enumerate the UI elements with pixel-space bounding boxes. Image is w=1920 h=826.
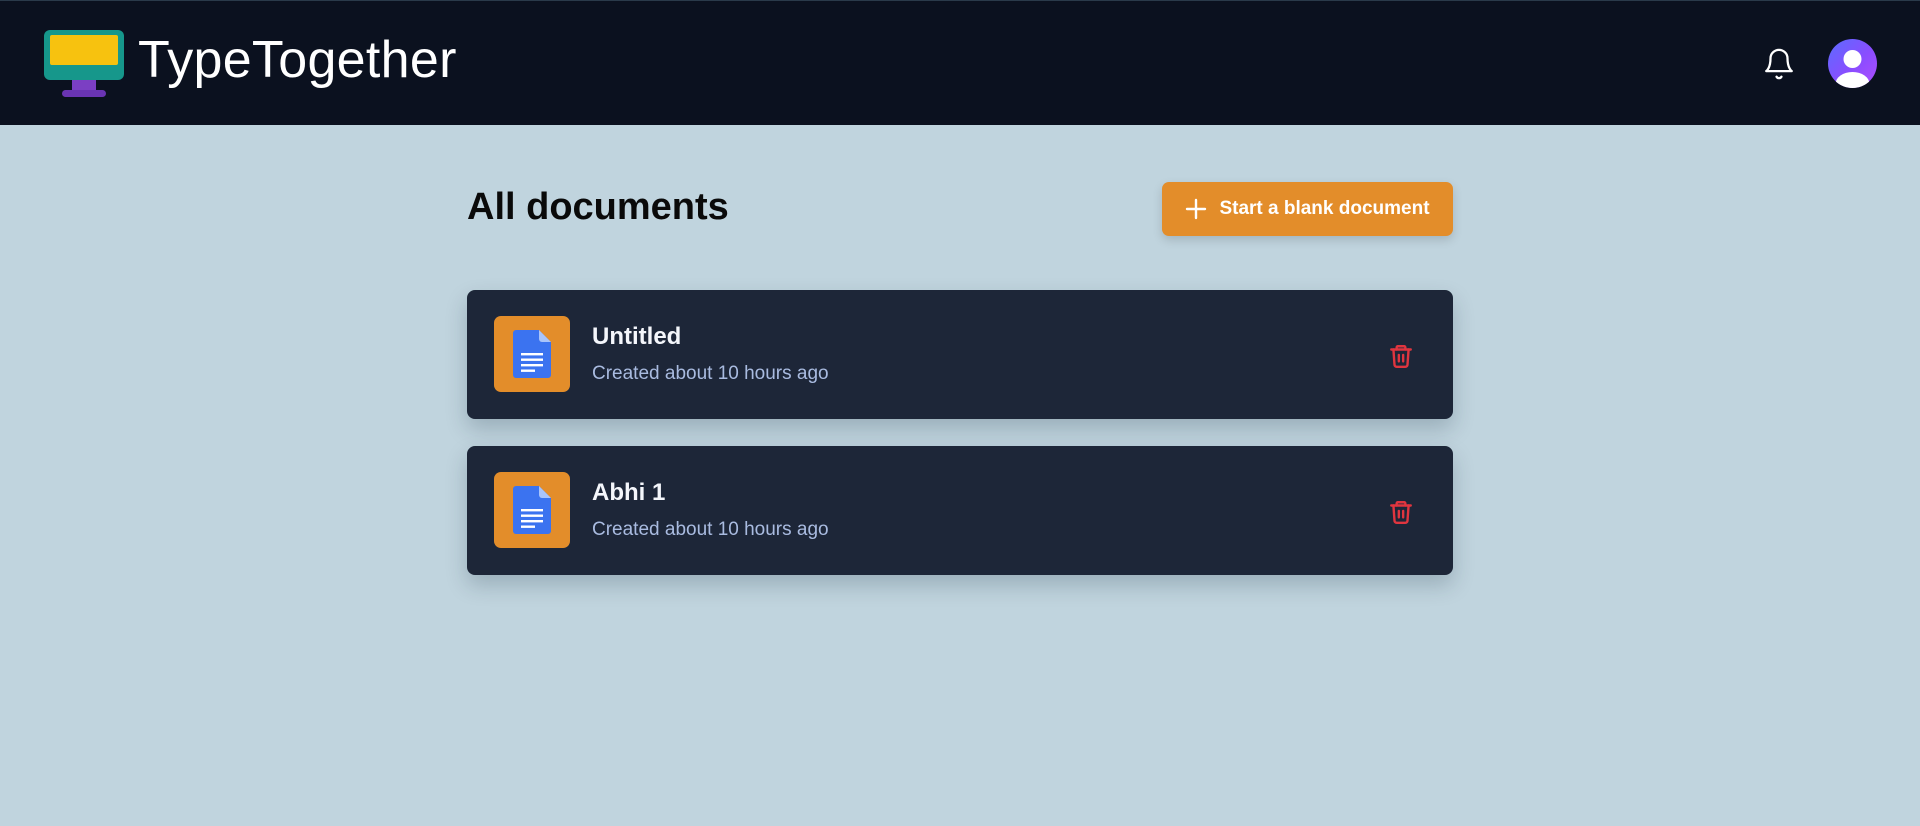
trash-icon[interactable] bbox=[1388, 343, 1414, 369]
trash-icon[interactable] bbox=[1388, 499, 1414, 525]
document-thumbnail bbox=[494, 316, 570, 392]
document-icon bbox=[513, 330, 551, 378]
document-title: Abhi 1 bbox=[592, 479, 666, 506]
start-blank-document-button[interactable]: Start a blank document bbox=[1162, 182, 1453, 236]
document-card[interactable]: Untitled Created about 10 hours ago bbox=[467, 290, 1453, 419]
document-created-time: Created about 10 hours ago bbox=[592, 519, 829, 540]
monitor-logo-icon[interactable] bbox=[44, 30, 124, 100]
bell-icon[interactable] bbox=[1762, 47, 1796, 81]
app-title[interactable]: TypeTogether bbox=[138, 27, 457, 93]
document-card[interactable]: Abhi 1 Created about 10 hours ago bbox=[467, 446, 1453, 575]
document-list: Untitled Created about 10 hours ago Abhi… bbox=[467, 290, 1453, 602]
document-title: Untitled bbox=[592, 323, 682, 350]
plus-icon bbox=[1185, 198, 1207, 220]
user-avatar-icon[interactable] bbox=[1828, 39, 1877, 88]
page-title: All documents bbox=[467, 186, 729, 228]
document-thumbnail bbox=[494, 472, 570, 548]
document-icon bbox=[513, 486, 551, 534]
top-bar: TypeTogether bbox=[0, 0, 1920, 125]
start-blank-document-label: Start a blank document bbox=[1219, 198, 1430, 219]
document-created-time: Created about 10 hours ago bbox=[592, 363, 829, 384]
